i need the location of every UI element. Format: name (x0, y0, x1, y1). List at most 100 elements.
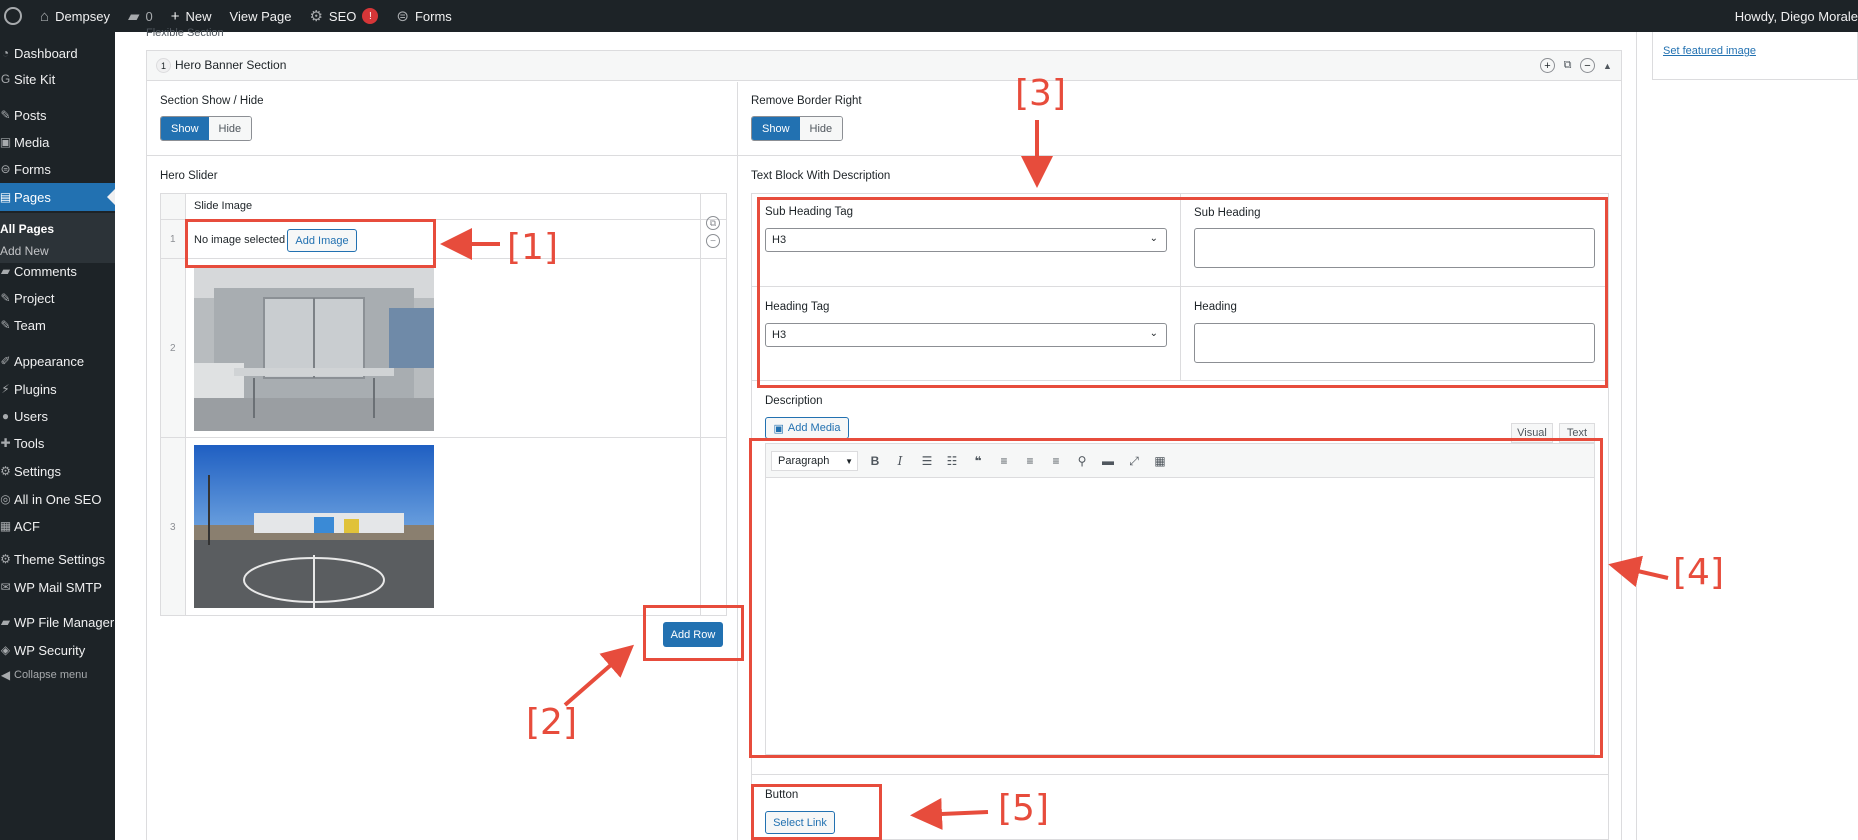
appearance-icon: ✐ (0, 354, 11, 368)
sidebar-item-wp-mail-smtp[interactable]: ✉ WP Mail SMTP (0, 573, 115, 601)
sidebar-item-all-in-one-seo[interactable]: ◎ All in One SEO (0, 485, 115, 513)
new-label: New (185, 8, 212, 24)
sidebar-item-label: WP Mail SMTP (14, 579, 102, 595)
set-featured-image-link[interactable]: Set featured image (1663, 45, 1756, 57)
layout-duplicate-icon[interactable]: ⧉ (1560, 58, 1575, 73)
seo-label: SEO (328, 8, 357, 24)
sidebar-item-label: Tools (14, 435, 45, 451)
forms-icon: ⊜ (396, 8, 409, 25)
border-hide-button[interactable]: Hide (799, 117, 843, 140)
shield-icon: ◈ (0, 643, 11, 657)
collapse-icon: ◀ (0, 668, 11, 682)
slide-image-header: Slide Image (194, 200, 253, 212)
seo-gear-icon: ⚙ (309, 8, 323, 25)
dashboard-icon: ◔ (1, 46, 10, 60)
row-number-1: 1 (170, 234, 176, 245)
sidebar-item-collapse-menu[interactable]: ◀ Collapse menu (0, 661, 115, 689)
wp-logo-menu[interactable] (0, 0, 31, 32)
folder-icon: ▰ (0, 615, 11, 629)
sidebar-item-project[interactable]: ✎ Project (0, 284, 115, 312)
sidebar-item-label: Posts (14, 107, 47, 123)
seo-menu[interactable]: ⚙ SEO ! (300, 0, 387, 32)
users-icon: ● (1, 409, 10, 423)
annotation-box-4 (749, 438, 1603, 758)
layout-collapse-icon[interactable]: ▲ (1600, 58, 1615, 73)
button-row-divider (752, 774, 1608, 775)
sidebar-item-label: Plugins (14, 381, 57, 397)
gear-icon: ⚙ (0, 552, 11, 566)
sidebar-item-plugins[interactable]: ⚡ Plugins (0, 375, 115, 403)
section-hide-button[interactable]: Hide (208, 117, 252, 140)
sidebar-item-pages[interactable]: ▤ Pages (0, 183, 115, 211)
layout-remove-icon[interactable]: − (1580, 58, 1595, 73)
sidebar-item-label: All in One SEO (14, 491, 102, 507)
sidebar-item-label: Appearance (14, 353, 85, 369)
layout-add-icon[interactable]: + (1540, 58, 1555, 73)
sidebar-item-label: Project (14, 290, 55, 306)
sidebar-item-theme-settings[interactable]: ⚙ Theme Settings (0, 545, 115, 573)
annotation-label-1: [1] (507, 227, 558, 268)
seo-alert-badge: ! (362, 8, 379, 24)
column-divider (737, 82, 738, 840)
view-page-label: View Page (229, 8, 292, 24)
annotation-label-5: [5] (998, 788, 1049, 829)
sidebar-item-team[interactable]: ✎ Team (0, 311, 115, 339)
text-block-label: Text Block With Description (751, 170, 891, 182)
section-show-button[interactable]: Show (161, 117, 209, 140)
sidebar-item-acf[interactable]: ▦ ACF (0, 512, 115, 540)
flexible-section-label: Flexible Section (146, 27, 224, 39)
arrow-4 (1608, 555, 1669, 587)
layout-title: Hero Banner Section (175, 58, 287, 72)
layout-index-badge: 1 (156, 58, 171, 73)
submenu-item-add-new[interactable]: Add New (0, 240, 115, 262)
add-media-icon: ▣ (773, 422, 784, 435)
section-show-hide-toggle: Show Hide (160, 116, 253, 141)
seo-icon: ◎ (0, 492, 11, 506)
sidebar-item-settings[interactable]: ⚙ Settings (0, 457, 115, 485)
view-page-link[interactable]: View Page (221, 0, 301, 32)
sidebar-item-wp-file-manager[interactable]: ▰ WP File Manager (0, 608, 115, 636)
layout-header[interactable] (147, 51, 1621, 81)
pin-icon: ✎ (0, 291, 11, 305)
annotation-box-5 (751, 784, 882, 840)
sidebar-item-media[interactable]: ▣ Media (0, 128, 115, 156)
annotation-box-3 (757, 197, 1608, 388)
sidebar-item-label: ACF (14, 518, 40, 534)
home-icon: ⌂ (40, 7, 50, 25)
add-media-button[interactable]: ▣ Add Media (765, 417, 849, 439)
section-show-hide-label: Section Show / Hide (160, 95, 264, 107)
annotation-label-2: [2] (526, 702, 577, 743)
forms-label: Forms (414, 8, 452, 24)
border-show-button[interactable]: Show (752, 117, 800, 140)
sidebar-item-wp-security[interactable]: ◈ WP Security (0, 636, 115, 664)
sidebar-item-dashboard[interactable]: ◔ Dashboard (0, 39, 115, 67)
sidebar-item-posts[interactable]: ✎ Posts (0, 101, 115, 129)
sidebar-item-site-kit[interactable]: G Site Kit (0, 65, 115, 93)
sidebar-item-label: Media (14, 134, 50, 150)
row-remove-icon[interactable]: − (706, 234, 720, 248)
sidebar-item-label: Site Kit (14, 71, 56, 87)
sidebar-item-forms[interactable]: ⊜ Forms (0, 155, 115, 183)
sidebar-item-appearance[interactable]: ✐ Appearance (0, 347, 115, 375)
account-menu[interactable]: Howdy, Diego Morale (1735, 0, 1858, 32)
row-add-icon[interactable]: ⧉ (706, 216, 720, 230)
sidebar-item-label: WP File Manager (14, 614, 115, 630)
slide-image-court[interactable] (194, 445, 434, 608)
submenu-item-all-pages[interactable]: All Pages (0, 218, 115, 240)
site-name-link[interactable]: ⌂ Dempsey (31, 0, 119, 32)
sidebar-item-tools[interactable]: ✚ Tools (0, 429, 115, 457)
forms-menu[interactable]: ⊜ Forms (387, 0, 460, 32)
editor-right-border (1636, 32, 1637, 840)
row2-divider (161, 437, 726, 438)
settings-icon: ⚙ (0, 464, 11, 478)
sidebar-item-users[interactable]: ● Users (0, 402, 115, 430)
tools-icon: ✚ (0, 436, 11, 450)
comments-count: 0 (145, 8, 153, 24)
add-media-label: Add Media (787, 422, 841, 434)
slide-image-kitchen[interactable] (194, 268, 434, 431)
comment-bubble-icon: ▰ (127, 8, 140, 25)
site-name-label: Dempsey (55, 8, 110, 24)
pin-icon: ✎ (0, 318, 11, 332)
pages-icon: ▤ (0, 190, 12, 204)
remove-border-label: Remove Border Right (751, 95, 862, 107)
